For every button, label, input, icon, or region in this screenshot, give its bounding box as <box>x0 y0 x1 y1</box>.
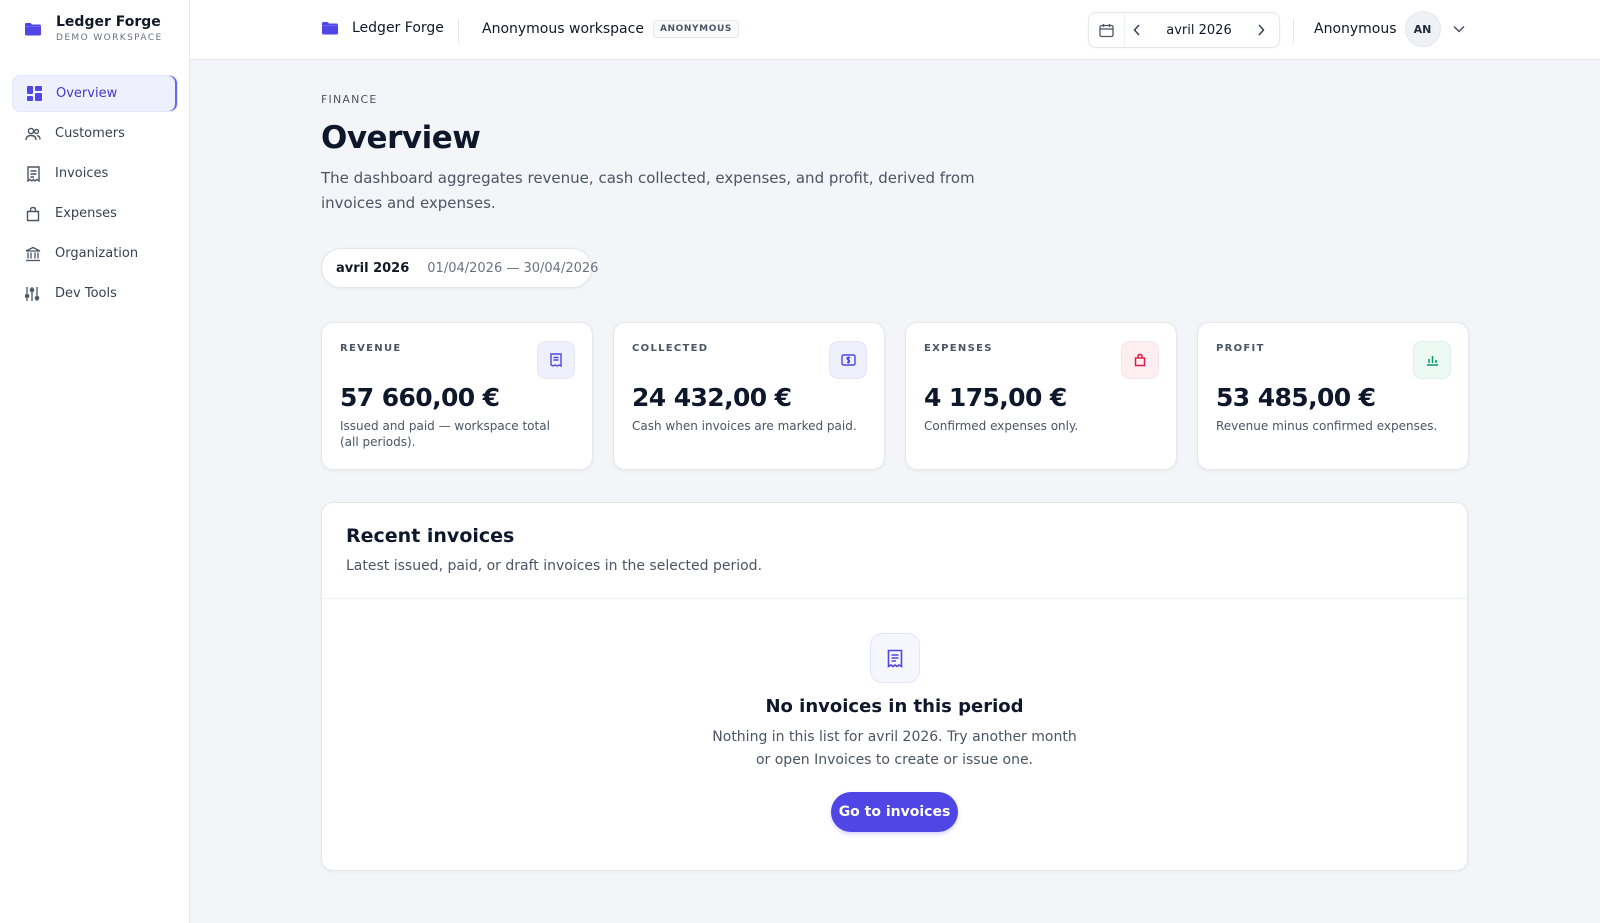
divider <box>458 18 459 42</box>
divider <box>1293 18 1294 42</box>
receipt-icon <box>869 633 920 683</box>
period-chip: avril 2026 01/04/2026 — 30/04/2026 <box>321 248 598 288</box>
kpi-card-profit: PROFIT 53 485,00 € Revenue minus confirm… <box>1197 322 1469 470</box>
grid-icon <box>26 86 42 102</box>
sidebar-item-customers[interactable]: Customers <box>12 115 178 152</box>
chevron-right-icon <box>1258 24 1265 36</box>
period-picker: avril 2026 <box>1088 12 1280 48</box>
kpi-note: Cash when invoices are marked paid. <box>632 419 857 433</box>
kpi-label: PROFIT <box>1216 343 1265 354</box>
sidebar-item-label: Expenses <box>55 206 117 221</box>
workspace-indicator: Anonymous workspace ANONYMOUS <box>482 20 739 38</box>
recent-invoices-panel: Recent invoices Latest issued, paid, or … <box>321 502 1468 871</box>
sidebar-nav: Overview Customers Invoices Expenses Org… <box>12 75 178 315</box>
sidebar-item-label: Dev Tools <box>55 286 117 301</box>
next-month-button[interactable] <box>1249 13 1273 47</box>
page-title: Overview <box>321 120 481 156</box>
chevron-down-icon[interactable] <box>1453 25 1465 33</box>
sidebar-brand[interactable]: Ledger Forge DEMO WORKSPACE <box>24 14 163 43</box>
brand-name: Ledger Forge <box>56 14 161 30</box>
workspace-name: Anonymous workspace <box>482 21 644 37</box>
sidebar-item-invoices[interactable]: Invoices <box>12 155 178 192</box>
panel-header: Recent invoices Latest issued, paid, or … <box>322 503 1467 599</box>
kpi-cards: REVENUE 57 660,00 € Issued and paid — wo… <box>321 322 1469 470</box>
topbar: Ledger Forge Anonymous workspace ANONYMO… <box>190 0 1600 60</box>
kpi-label: COLLECTED <box>632 343 709 354</box>
kpi-note: Confirmed expenses only. <box>924 419 1079 433</box>
period-chip-month: avril 2026 <box>336 260 410 276</box>
kpi-label: EXPENSES <box>924 343 993 354</box>
sidebar-item-label: Customers <box>55 126 125 141</box>
kpi-card-revenue: REVENUE 57 660,00 € Issued and paid — wo… <box>321 322 593 470</box>
sidebar-item-label: Invoices <box>55 166 109 181</box>
bag-icon <box>1121 341 1159 379</box>
bag-icon <box>25 206 41 222</box>
topbar-brand-name: Ledger Forge <box>352 20 444 36</box>
period-label: avril 2026 <box>1166 22 1232 38</box>
receipt-icon <box>25 165 41 182</box>
panel-title: Recent invoices <box>346 525 515 547</box>
empty-title: No invoices in this period <box>765 696 1024 717</box>
sidebar-item-expenses[interactable]: Expenses <box>12 195 178 232</box>
users-icon <box>25 126 41 142</box>
section-eyebrow: FINANCE <box>321 93 378 106</box>
sidebar-item-organization[interactable]: Organization <box>12 235 178 272</box>
kpi-note: Issued and paid — workspace total (all p… <box>340 419 550 449</box>
bank-icon <box>25 246 41 262</box>
kpi-value: 53 485,00 € <box>1216 383 1376 412</box>
calendar-icon[interactable] <box>1089 13 1125 47</box>
kpi-card-expenses: EXPENSES 4 175,00 € Confirmed expenses o… <box>905 322 1177 470</box>
user-menu[interactable]: Anonymous AN <box>1314 11 1465 47</box>
chevron-left-icon <box>1133 24 1140 36</box>
sidebar: Ledger Forge DEMO WORKSPACE Overview Cus… <box>0 0 190 923</box>
panel-subtitle: Latest issued, paid, or draft invoices i… <box>346 558 763 574</box>
period-chip-range: 01/04/2026 — 30/04/2026 <box>427 260 599 276</box>
page-description: The dashboard aggregates revenue, cash c… <box>321 169 975 212</box>
sliders-icon <box>25 286 41 302</box>
sidebar-item-label: Overview <box>56 86 118 101</box>
cash-icon <box>829 341 867 379</box>
sidebar-item-label: Organization <box>55 246 139 261</box>
workspace-badge: ANONYMOUS <box>652 20 739 38</box>
folder-icon <box>322 22 338 35</box>
avatar: AN <box>1404 11 1441 47</box>
topbar-brand[interactable]: Ledger Forge <box>321 20 444 36</box>
kpi-value: 24 432,00 € <box>632 383 792 412</box>
folder-icon <box>25 22 41 35</box>
kpi-value: 57 660,00 € <box>340 383 500 412</box>
go-to-invoices-button[interactable]: Go to invoices <box>831 792 958 832</box>
brand-subtitle: DEMO WORKSPACE <box>56 33 163 43</box>
empty-text: Nothing in this list for avril 2026. Try… <box>712 729 1077 768</box>
receipt-icon <box>537 341 575 379</box>
kpi-label: REVENUE <box>340 343 402 354</box>
prev-month-button[interactable] <box>1125 13 1149 47</box>
sidebar-item-overview[interactable]: Overview <box>12 75 178 112</box>
user-name: Anonymous <box>1314 21 1397 37</box>
sidebar-item-dev-tools[interactable]: Dev Tools <box>12 275 178 312</box>
kpi-note: Revenue minus confirmed expenses. <box>1216 419 1438 433</box>
bar-chart-icon <box>1413 341 1451 379</box>
kpi-value: 4 175,00 € <box>924 383 1067 412</box>
kpi-card-collected: COLLECTED 24 432,00 € Cash when invoices… <box>613 322 885 470</box>
empty-state: No invoices in this period Nothing in th… <box>322 633 1467 832</box>
